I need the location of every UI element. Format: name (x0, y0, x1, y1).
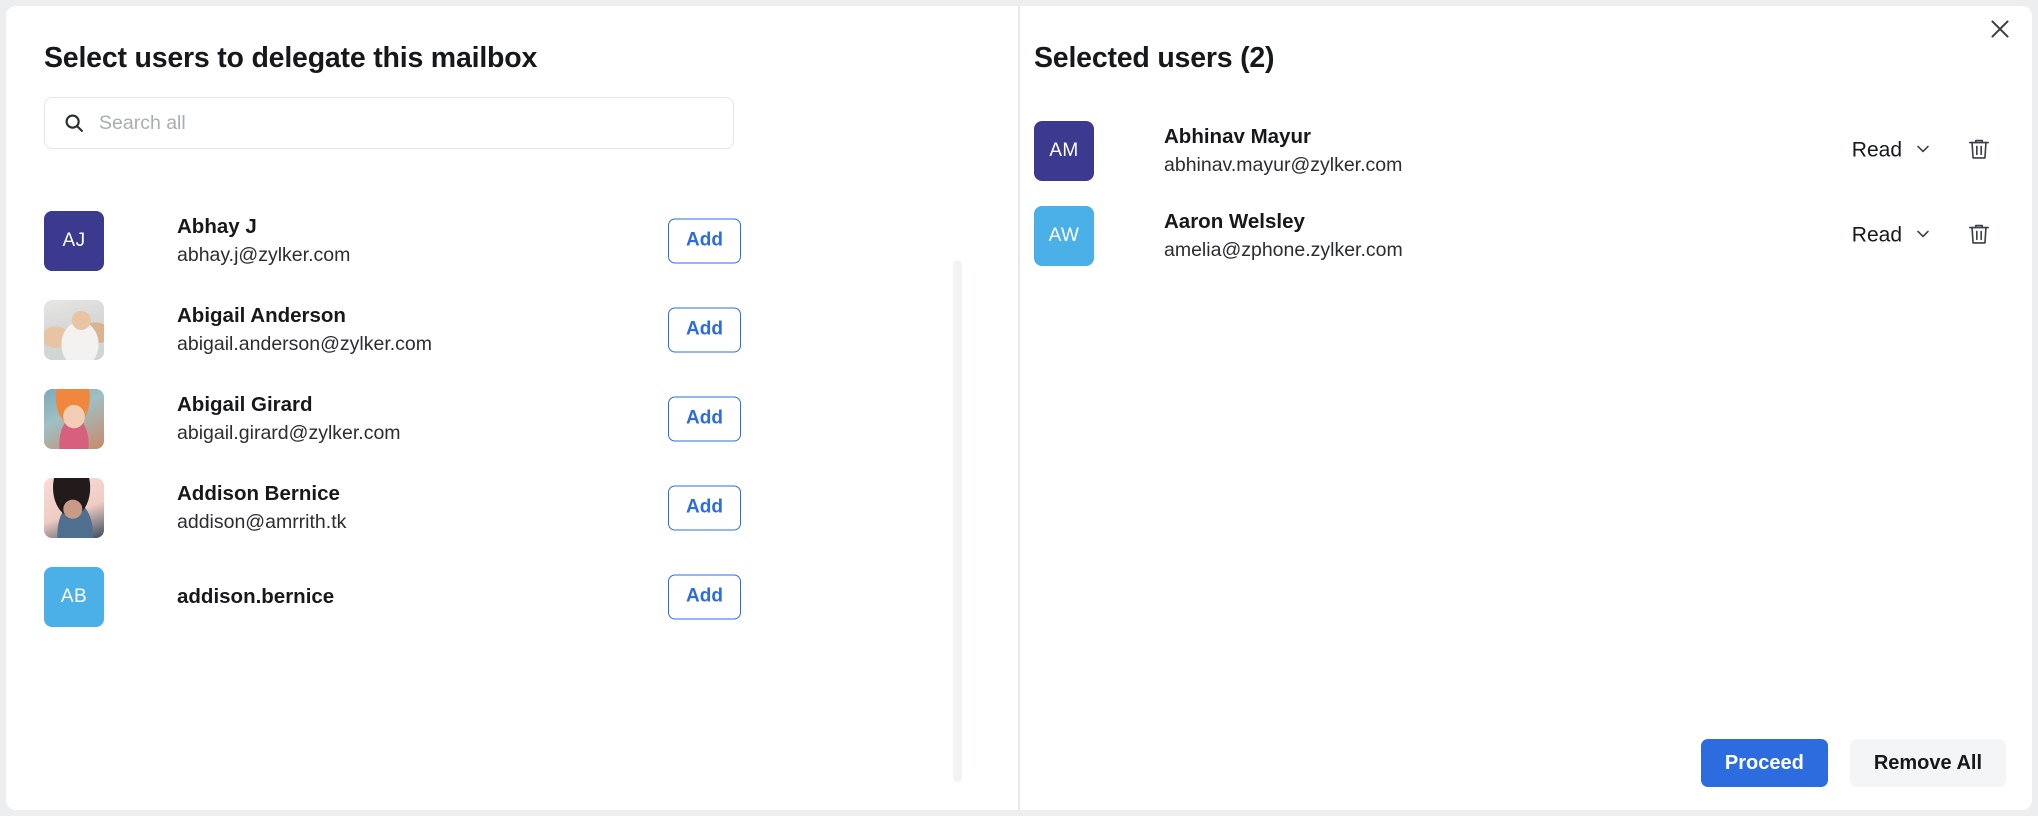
permission-dropdown[interactable]: Read (1852, 223, 1933, 248)
user-email: addison@amrrith.tk (177, 511, 347, 534)
user-name: Abigail Girard (177, 392, 313, 416)
user-name: Abigail Anderson (177, 303, 346, 327)
avatar: AW (1034, 205, 1094, 266)
proceed-button[interactable]: Proceed (1700, 739, 1828, 787)
select-users-panel: Select users to delegate this mailbox AJ… (6, 6, 1018, 810)
avatar-initials: AM (1049, 139, 1079, 161)
list-item[interactable]: AB addison.bernice Add (6, 552, 1018, 641)
add-user-button[interactable]: Add (668, 218, 741, 263)
search-icon (63, 112, 85, 134)
avatar-photo (44, 299, 104, 360)
avatar-initials: AW (1048, 224, 1080, 246)
remove-all-button[interactable]: Remove All (1849, 739, 2006, 787)
search-field[interactable] (44, 97, 734, 149)
add-user-button[interactable]: Add (668, 396, 741, 441)
avatar (44, 299, 104, 360)
selected-users-list: AM Abhinav Mayur abhinav.mayur@zylker.co… (1020, 108, 2032, 278)
add-user-button[interactable]: Add (668, 485, 741, 530)
permission-label: Read (1851, 223, 1902, 247)
delegate-mailbox-dialog: Select users to delegate this mailbox AJ… (6, 6, 2032, 810)
trash-icon (1966, 136, 1992, 165)
list-item[interactable]: Addison Bernice addison@amrrith.tk Add (6, 463, 1018, 552)
selected-users-heading: Selected users (2) (1034, 42, 1275, 74)
avatar-initials: AB (60, 585, 88, 607)
remove-user-button[interactable] (1964, 136, 1994, 166)
user-name: Abhay J (177, 214, 257, 238)
chevron-down-icon (1913, 223, 1933, 248)
avatar-photo (44, 388, 104, 449)
list-item[interactable]: Abigail Anderson abigail.anderson@zylker… (6, 285, 1018, 374)
list-item[interactable]: AJ Abhay J abhay.j@zylker.com Add (6, 196, 1018, 285)
page-title: Select users to delegate this mailbox (44, 42, 538, 74)
avatar: AJ (44, 210, 104, 271)
avatar: AM (1034, 120, 1094, 181)
chevron-down-icon (1913, 138, 1933, 163)
selected-user-email: abhinav.mayur@zylker.com (1164, 154, 1403, 177)
avatar (44, 388, 104, 449)
avatar (44, 477, 104, 538)
selected-user-row: AM Abhinav Mayur abhinav.mayur@zylker.co… (1020, 108, 2032, 193)
list-item[interactable]: Abigail Girard abigail.girard@zylker.com… (6, 374, 1018, 463)
remove-user-button[interactable] (1964, 221, 1994, 251)
search-input[interactable] (99, 111, 659, 135)
selected-user-name: Abhinav Mayur (1164, 124, 1311, 148)
avatar-initials: AJ (62, 229, 86, 251)
selected-user-row: AW Aaron Welsley amelia@zphone.zylker.co… (1020, 193, 2032, 278)
user-list-scrollbar[interactable] (953, 260, 962, 782)
user-email: abhay.j@zylker.com (177, 244, 351, 267)
user-email: abigail.anderson@zylker.com (177, 333, 433, 356)
permission-dropdown[interactable]: Read (1852, 138, 1933, 163)
selected-user-email: amelia@zphone.zylker.com (1164, 239, 1403, 262)
close-icon (1987, 16, 2013, 45)
selected-users-panel: Selected users (2) AM Abhinav Mayur abhi… (1020, 6, 2032, 810)
add-user-button[interactable]: Add (668, 307, 741, 352)
trash-icon (1966, 221, 1992, 250)
user-list: AJ Abhay J abhay.j@zylker.com Add Abigai… (6, 196, 1018, 810)
user-email: abigail.girard@zylker.com (177, 422, 401, 445)
dialog-footer-actions: Proceed Remove All (1700, 739, 2006, 787)
user-name: addison.bernice (177, 584, 335, 608)
close-button[interactable] (1980, 10, 2020, 50)
selected-user-name: Aaron Welsley (1164, 209, 1305, 233)
permission-label: Read (1851, 138, 1902, 162)
avatar-photo (44, 477, 104, 538)
add-user-button[interactable]: Add (668, 574, 741, 619)
user-name: Addison Bernice (177, 481, 340, 505)
avatar: AB (44, 566, 104, 627)
